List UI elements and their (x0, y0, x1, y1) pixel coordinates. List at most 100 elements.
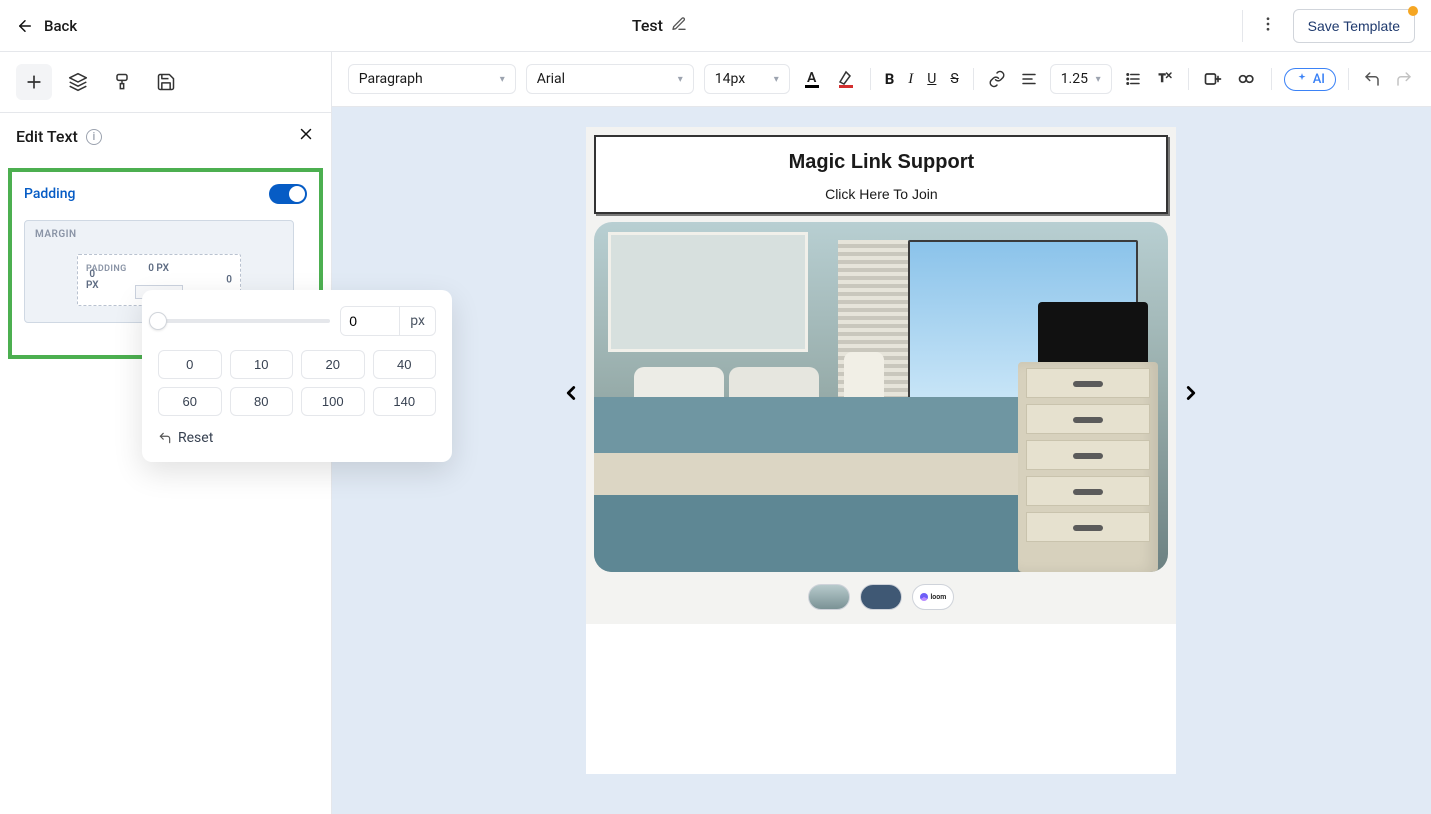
panel-header: Edit Text i (0, 113, 331, 160)
preset-100[interactable]: 100 (301, 387, 365, 416)
highlighted-section: Padding MARGIN PADDING 0 PX 0 PX 0 (8, 168, 323, 359)
line-height-select[interactable]: 1.25 ▾ (1050, 64, 1112, 94)
preset-10[interactable]: 10 (230, 350, 294, 379)
header-card[interactable]: Magic Link Support Click Here To Join (594, 135, 1168, 214)
italic-icon: I (908, 71, 913, 88)
strikethrough-icon: S (950, 71, 958, 87)
redo-icon (1395, 70, 1413, 88)
preview-area[interactable]: Magic Link Support Click Here To Join (332, 107, 1431, 814)
back-button[interactable]: Back (16, 17, 77, 35)
font-size-select[interactable]: 14px ▾ (704, 64, 790, 94)
divider (973, 68, 974, 90)
preset-80[interactable]: 80 (230, 387, 294, 416)
page-whitespace[interactable] (586, 624, 1176, 774)
preset-40[interactable]: 40 (373, 350, 437, 379)
line-height-value: 1.25 (1061, 71, 1088, 87)
merge-tag-button[interactable] (1235, 68, 1259, 90)
more-options-button[interactable] (1255, 11, 1281, 41)
save-panel-button[interactable] (148, 64, 184, 100)
highlight-icon (836, 68, 856, 90)
text-color-icon: A (802, 68, 822, 90)
bed-icon (594, 397, 1018, 572)
preset-20[interactable]: 20 (301, 350, 365, 379)
padding-unit[interactable]: px (399, 307, 435, 335)
app-header: Back Test Save Template (0, 0, 1431, 52)
divider (1271, 68, 1272, 90)
reset-button[interactable]: Reset (158, 430, 436, 446)
dresser-icon (1018, 362, 1158, 572)
undo-button[interactable] (1361, 68, 1383, 90)
reset-label: Reset (178, 430, 213, 446)
link-button[interactable] (986, 68, 1008, 90)
card-title[interactable]: Magic Link Support (616, 151, 1146, 174)
paint-icon (112, 72, 132, 92)
wall-art-icon (608, 232, 808, 352)
header-title-wrap: Test (77, 16, 1241, 36)
variable-button[interactable] (1201, 68, 1225, 90)
header-actions: Save Template (1242, 9, 1415, 43)
padding-right-value[interactable]: 0 (226, 275, 232, 286)
preset-140[interactable]: 140 (373, 387, 437, 416)
add-element-button[interactable] (16, 64, 52, 100)
image-carousel (588, 222, 1174, 572)
chain-icon (1237, 70, 1257, 88)
padding-value-input[interactable] (341, 307, 399, 335)
preset-60[interactable]: 60 (158, 387, 222, 416)
padding-top-value[interactable]: 0 PX (148, 263, 169, 274)
unsaved-indicator-icon (1408, 6, 1418, 16)
list-icon (1124, 70, 1142, 88)
list-button[interactable] (1122, 68, 1144, 90)
svg-text:T: T (1159, 71, 1166, 84)
loom-icon (920, 593, 928, 601)
variable-icon (1203, 70, 1223, 88)
close-panel-button[interactable] (297, 125, 315, 148)
text-style-value: Paragraph (359, 71, 423, 87)
page-title: Test (632, 16, 663, 35)
chevron-left-icon (560, 379, 582, 407)
preset-grid: 0 10 20 40 60 80 100 140 (158, 350, 436, 416)
clear-format-button[interactable]: T (1154, 68, 1176, 90)
save-icon (156, 72, 176, 92)
carousel-image[interactable] (594, 222, 1168, 572)
thumbnail-loom[interactable]: loom (912, 584, 954, 610)
carousel-prev-button[interactable] (560, 379, 582, 415)
save-template-button[interactable]: Save Template (1293, 9, 1415, 43)
thumbnail-1[interactable] (808, 584, 850, 610)
card-link[interactable]: Click Here To Join (616, 186, 1146, 202)
padding-slider[interactable] (158, 319, 330, 323)
divider (1242, 10, 1243, 42)
redo-button[interactable] (1393, 68, 1415, 90)
padding-popover: px 0 10 20 40 60 80 100 140 Reset (142, 290, 452, 462)
align-button[interactable] (1018, 68, 1040, 90)
styles-button[interactable] (104, 64, 140, 100)
preset-0[interactable]: 0 (158, 350, 222, 379)
thumbnail-2[interactable] (860, 584, 902, 610)
text-color-button[interactable]: A (800, 66, 824, 92)
link-icon (988, 70, 1006, 88)
margin-label: MARGIN (35, 229, 283, 240)
highlight-color-button[interactable] (834, 66, 858, 92)
text-style-select[interactable]: Paragraph ▾ (348, 64, 516, 94)
slider-thumb-icon[interactable] (149, 312, 167, 330)
back-label: Back (44, 17, 77, 35)
font-family-select[interactable]: Arial ▾ (526, 64, 694, 94)
strikethrough-button[interactable]: S (948, 69, 960, 89)
chevron-right-icon (1180, 379, 1202, 407)
slider-input-wrap: px (340, 306, 436, 336)
email-page[interactable]: Magic Link Support Click Here To Join (586, 127, 1176, 774)
italic-button[interactable]: I (906, 69, 915, 90)
panel-title: Edit Text (16, 127, 78, 146)
edit-title-button[interactable] (671, 16, 687, 36)
padding-left-unit: PX (86, 280, 99, 291)
loom-label: loom (930, 593, 946, 601)
align-icon (1020, 70, 1038, 88)
underline-button[interactable]: U (925, 69, 938, 89)
layers-button[interactable] (60, 64, 96, 100)
padding-left-value[interactable]: 0 PX (86, 269, 99, 291)
carousel-next-button[interactable] (1180, 379, 1202, 415)
padding-toggle[interactable] (269, 184, 307, 204)
info-icon[interactable]: i (86, 129, 102, 145)
ai-button[interactable]: AI (1284, 68, 1336, 91)
font-family-value: Arial (537, 71, 565, 87)
bold-button[interactable]: B (883, 68, 897, 90)
